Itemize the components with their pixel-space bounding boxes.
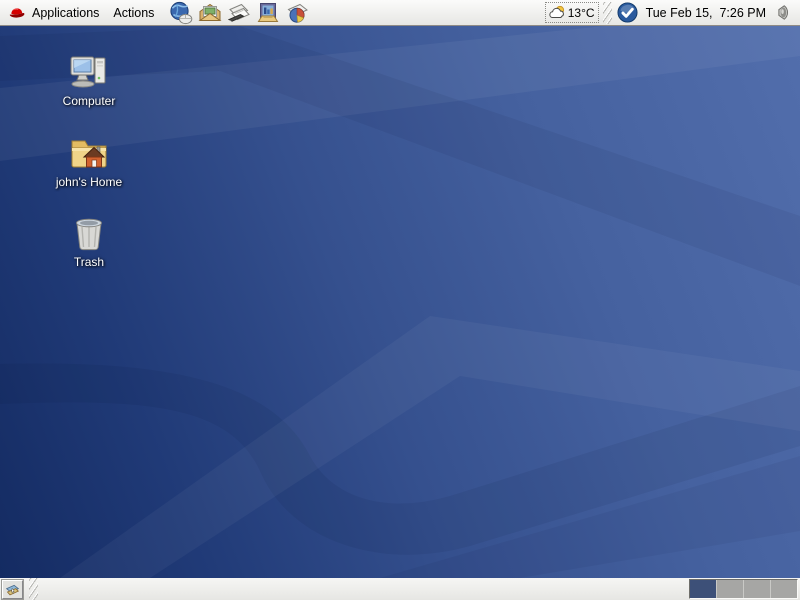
email-launcher[interactable] [198,1,222,25]
actions-menu-label: Actions [113,6,154,20]
taskbar-drag-handle[interactable] [29,578,38,600]
desktop-icon-label: Trash [74,256,104,269]
weather-temperature: 13°C [568,6,595,20]
panel-launchers [169,1,309,25]
spreadsheet-launcher[interactable] [285,1,309,25]
web-browser-icon [169,1,193,25]
volume-speaker-icon[interactable] [773,3,791,22]
home-folder-icon [68,133,110,173]
desktop-icon-home[interactable]: john's Home [45,133,133,189]
spreadsheet-icon [285,1,309,25]
trash-icon [70,215,108,253]
computer-icon [68,54,110,92]
presentation-launcher[interactable] [256,1,280,25]
web-browser-launcher[interactable] [169,1,193,25]
email-icon [198,1,222,25]
desktop-background[interactable]: Computer john's Home [0,26,800,578]
actions-menu[interactable]: Actions [106,0,161,25]
word-processor-launcher[interactable] [227,1,251,25]
top-panel: Applications Actions [0,0,800,26]
wallpaper-swirl-pattern [0,26,800,578]
applications-menu[interactable]: Applications [5,0,106,25]
redhat-logo-icon [8,5,26,21]
weather-partly-cloudy-icon [549,5,566,20]
desktop-icon-label: Computer [63,95,116,108]
workspace-cell[interactable] [690,580,717,598]
rhn-alert-icon[interactable] [617,2,638,23]
show-desktop-icon [4,582,21,597]
workspace-cell[interactable] [744,580,771,598]
gnome-desktop: Applications Actions [0,0,800,600]
top-panel-right: 13°C Tue Feb 15, 7:26 PM [545,2,795,24]
word-processor-icon [227,1,251,25]
desktop-icon-label: john's Home [56,176,122,189]
workspace-switcher [689,579,798,599]
applications-menu-label: Applications [32,6,99,20]
workspace-cell[interactable] [771,580,797,598]
weather-applet[interactable]: 13°C [545,2,599,23]
applet-drag-handle[interactable] [603,2,612,24]
presentation-icon [256,1,280,25]
clock-applet[interactable]: Tue Feb 15, 7:26 PM [641,6,771,20]
desktop-icon-computer[interactable]: Computer [45,54,133,108]
workspace-cell[interactable] [717,580,744,598]
desktop-icon-trash[interactable]: Trash [45,215,133,269]
show-desktop-button[interactable] [2,580,23,599]
bottom-panel [0,578,800,600]
